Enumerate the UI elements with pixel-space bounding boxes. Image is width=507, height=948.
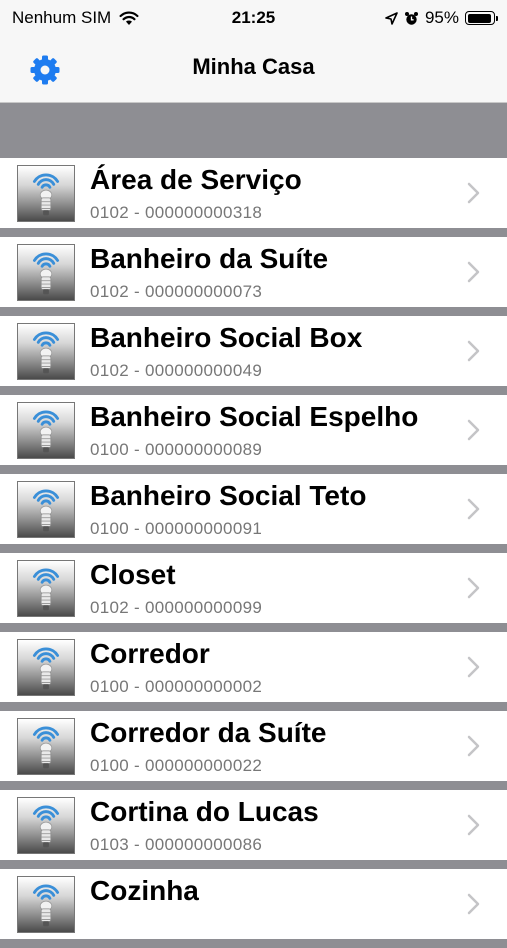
room-code: 0102 - 000000000099 — [90, 598, 263, 617]
chevron-right-icon — [467, 419, 481, 441]
room-name: Banheiro Social Box — [90, 322, 363, 353]
battery-tip — [496, 16, 498, 21]
lamp-icon — [17, 718, 75, 775]
chevron-right-icon — [467, 498, 481, 520]
room-name: Área de Serviço — [90, 164, 302, 195]
lamp-icon — [17, 876, 75, 933]
page-title: Minha Casa — [192, 54, 315, 79]
chevron-right-icon — [467, 261, 481, 283]
battery-icon — [465, 11, 498, 25]
section-header — [0, 103, 507, 158]
lamp-icon — [17, 639, 75, 696]
lamp-icon — [17, 797, 75, 854]
room-name: Closet — [90, 559, 176, 590]
list-item[interactable]: Cozinha — [0, 869, 507, 939]
list-item[interactable]: Closet 0102 - 000000000099 — [0, 553, 507, 623]
lamp-icon — [17, 244, 75, 301]
room-name: Corredor da Suíte — [90, 717, 327, 748]
lamp-icon — [17, 560, 75, 617]
room-code: 0100 - 000000000022 — [90, 756, 263, 775]
chevron-right-icon — [467, 814, 481, 836]
lamp-icon — [17, 323, 75, 380]
room-list: Área de Serviço 0102 - 000000000318 Banh… — [0, 158, 507, 948]
room-code: 0100 - 000000000002 — [90, 677, 263, 696]
room-code: 0100 - 000000000091 — [90, 519, 263, 538]
list-item[interactable]: Corredor 0100 - 000000000002 — [0, 632, 507, 702]
status-right: 95% — [385, 8, 498, 28]
room-code: 0102 - 000000000318 — [90, 203, 263, 222]
lamp-icon — [17, 481, 75, 538]
room-name: Cozinha — [90, 875, 199, 906]
battery-percent: 95% — [424, 8, 459, 27]
alarm-clock-icon — [404, 11, 418, 25]
navigation-bar: Minha Casa — [0, 36, 507, 103]
chevron-right-icon — [467, 340, 481, 362]
chevron-right-icon — [467, 893, 481, 915]
room-name: Corredor — [90, 638, 210, 669]
list-item[interactable]: Banheiro Social Box 0102 - 000000000049 — [0, 316, 507, 386]
room-name: Banheiro da Suíte — [90, 243, 329, 274]
room-code: 0103 - 000000000086 — [90, 835, 263, 854]
location-arrow-icon — [385, 11, 398, 25]
list-item[interactable]: Área de Serviço 0102 - 000000000318 — [0, 158, 507, 228]
room-name: Banheiro Social Espelho — [90, 401, 419, 432]
list-item[interactable]: Corredor da Suíte 0100 - 000000000022 — [0, 711, 507, 781]
status-bar: Nenhum SIM 21:25 95% — [0, 0, 507, 36]
room-name: Cortina do Lucas — [90, 796, 319, 827]
room-code: 0102 - 000000000073 — [90, 282, 263, 301]
chevron-right-icon — [467, 656, 481, 678]
chevron-right-icon — [467, 182, 481, 204]
room-name: Banheiro Social Teto — [90, 480, 367, 511]
chevron-right-icon — [467, 577, 481, 599]
list-item[interactable]: Banheiro Social Teto 0100 - 000000000091 — [0, 474, 507, 544]
chevron-right-icon — [467, 735, 481, 757]
lamp-icon — [17, 165, 75, 222]
list-item[interactable]: Banheiro Social Espelho 0100 - 000000000… — [0, 395, 507, 465]
battery-level-fill — [467, 13, 492, 23]
room-code: 0100 - 000000000089 — [90, 440, 263, 459]
list-item[interactable]: Cortina do Lucas 0103 - 000000000086 — [0, 790, 507, 860]
room-code: 0102 - 000000000049 — [90, 361, 263, 380]
list-item[interactable]: Banheiro da Suíte 0102 - 000000000073 — [0, 237, 507, 307]
lamp-icon — [17, 402, 75, 459]
